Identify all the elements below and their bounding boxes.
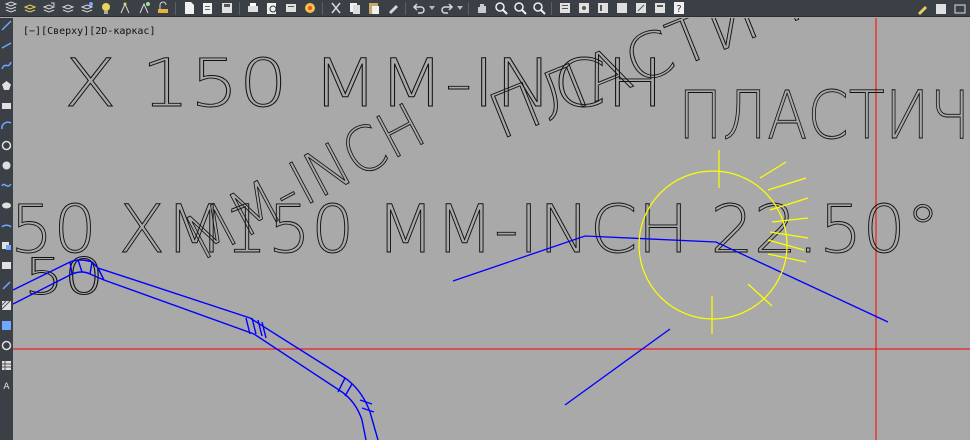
gradient-icon[interactable] xyxy=(0,318,13,333)
point-icon[interactable] xyxy=(0,278,13,293)
drawing-canvas[interactable]: X 150 MM-INCH ПЛАСТИЧ MM-INCH ПЛАСТИЧ 50… xyxy=(13,18,970,440)
copy-icon[interactable] xyxy=(346,1,363,16)
save-icon[interactable] xyxy=(218,1,235,16)
hatch-icon[interactable] xyxy=(0,298,13,313)
line-icon[interactable] xyxy=(0,18,13,33)
undo-dropdown-icon[interactable] xyxy=(429,1,435,16)
workspace-icon[interactable] xyxy=(913,1,930,16)
ellipse-arc-icon[interactable] xyxy=(0,218,13,233)
new-icon[interactable] xyxy=(180,1,197,16)
layer-off-icon[interactable] xyxy=(97,1,114,16)
drawing-text-line3: 50 xyxy=(24,248,104,306)
circle-icon[interactable] xyxy=(0,138,13,153)
draw-toolbar: A xyxy=(0,18,13,440)
polygon-icon[interactable] xyxy=(0,78,13,93)
paste-icon[interactable] xyxy=(365,1,382,16)
viewport-controls-menu[interactable]: [−] xyxy=(23,26,41,37)
layer-isolate-icon[interactable] xyxy=(59,1,76,16)
revcloud-icon[interactable] xyxy=(0,158,13,173)
toolbar-separator xyxy=(468,1,469,15)
arc-icon[interactable] xyxy=(0,118,13,133)
layer-icon[interactable] xyxy=(2,1,19,16)
render-icon[interactable] xyxy=(301,1,318,16)
toolbar-separator xyxy=(322,1,323,15)
redo-dropdown-icon[interactable] xyxy=(457,1,463,16)
toolbar-separator xyxy=(175,1,176,15)
ellipse-icon[interactable] xyxy=(0,198,13,213)
layer-previous-icon[interactable] xyxy=(40,1,57,16)
visual-style-menu[interactable]: [2D-каркас] xyxy=(89,26,155,37)
toolbar-separator xyxy=(551,1,552,15)
toolbar-right-group xyxy=(913,0,970,17)
rectangle-icon[interactable] xyxy=(0,98,13,113)
matchprop-icon[interactable] xyxy=(384,1,401,16)
preview-icon[interactable] xyxy=(263,1,280,16)
properties-icon[interactable] xyxy=(556,1,573,16)
make-block-icon[interactable] xyxy=(0,258,13,273)
cut-icon[interactable] xyxy=(327,1,344,16)
drawing-text-line2: 50 XM150 MM-INCH 22.50° xyxy=(13,191,940,268)
customize-icon[interactable] xyxy=(932,1,949,16)
view-cube-menu[interactable]: [Сверху] xyxy=(41,26,89,37)
layer-match-icon[interactable] xyxy=(154,1,171,16)
polyline-icon[interactable] xyxy=(0,58,13,73)
help-icon[interactable]: ? xyxy=(670,1,687,16)
spline-icon[interactable] xyxy=(0,178,13,193)
plot-icon[interactable] xyxy=(244,1,261,16)
insert-block-icon[interactable] xyxy=(0,238,13,253)
svg-text:A: A xyxy=(3,382,10,391)
publish-icon[interactable] xyxy=(282,1,299,16)
layer-walk-icon[interactable] xyxy=(135,1,152,16)
tool-palettes-icon[interactable] xyxy=(594,1,611,16)
design-center-icon[interactable] xyxy=(575,1,592,16)
drawing-text-line1b: ПЛАСТИЧ xyxy=(678,77,970,154)
quick-access-toolbar: ? xyxy=(0,0,970,17)
undo-icon[interactable] xyxy=(410,1,427,16)
zoom-realtime-icon[interactable] xyxy=(492,1,509,16)
layer-freeze-icon[interactable] xyxy=(78,1,95,16)
sheet-set-icon[interactable] xyxy=(613,1,630,16)
open-icon[interactable] xyxy=(199,1,216,16)
quickcalc-icon[interactable] xyxy=(651,1,668,16)
zoom-previous-icon[interactable] xyxy=(530,1,547,16)
window-icon[interactable] xyxy=(951,1,968,16)
layer-states-icon[interactable] xyxy=(21,1,38,16)
toolbar-separator xyxy=(405,1,406,15)
svg-text:?: ? xyxy=(676,4,681,15)
zoom-window-icon[interactable] xyxy=(511,1,528,16)
region-icon[interactable] xyxy=(0,338,13,353)
pan-icon[interactable] xyxy=(473,1,490,16)
model-space: X 150 MM-INCH ПЛАСТИЧ MM-INCH ПЛАСТИЧ 50… xyxy=(13,18,970,440)
redo-icon[interactable] xyxy=(438,1,455,16)
layer-lock-icon[interactable] xyxy=(116,1,133,16)
construction-line-icon[interactable] xyxy=(0,38,13,53)
mtext-icon[interactable]: A xyxy=(0,378,13,393)
markup-icon[interactable] xyxy=(632,1,649,16)
table-icon[interactable] xyxy=(0,358,13,373)
viewport-label: [−][Сверху][2D-каркас] xyxy=(23,26,155,37)
toolbar-separator xyxy=(239,1,240,15)
